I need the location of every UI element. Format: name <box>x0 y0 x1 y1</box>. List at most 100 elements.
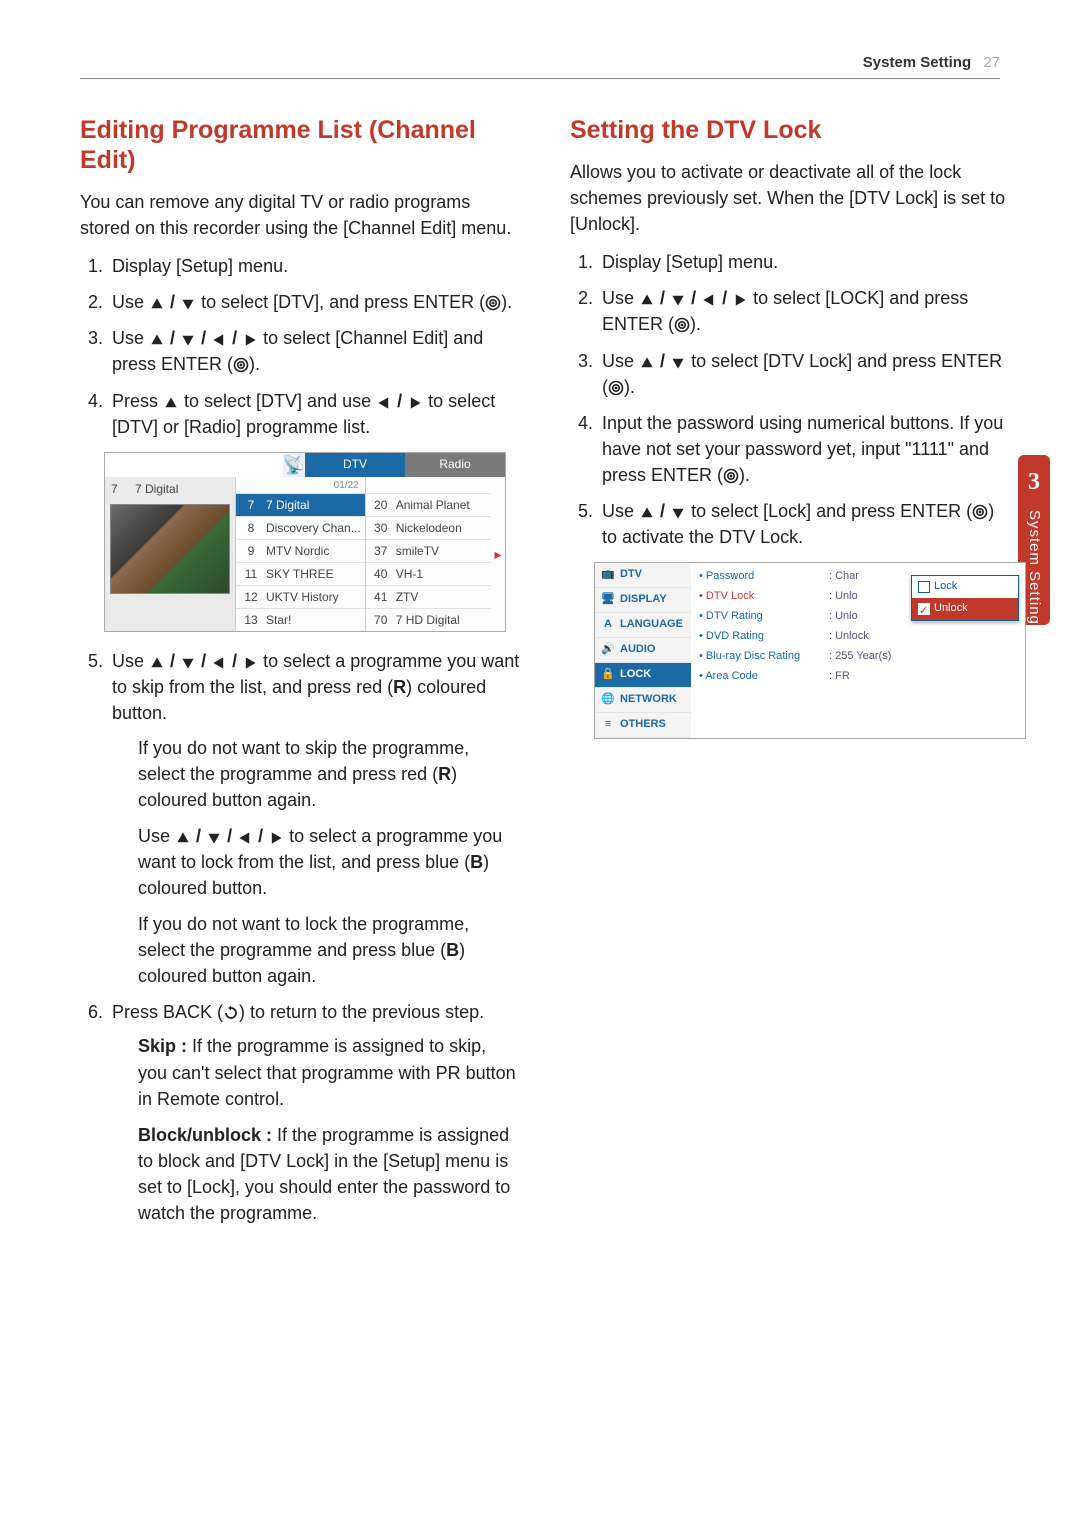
skip-label: Skip : <box>138 1036 187 1056</box>
channel-number: 40 <box>366 566 396 583</box>
channel-edit-screenshot: 📡 DTV Radio 77 Digital 01/22 77 Digital8… <box>104 452 506 633</box>
channel-number: 8 <box>236 520 266 537</box>
i-enter-icon <box>485 295 501 311</box>
menu-item-icon: 🔒 <box>600 668 616 682</box>
channel-number: 41 <box>366 589 396 606</box>
lock-option-row: DVD Rating: Unlock <box>699 627 1017 647</box>
preview-thumbnail <box>110 504 230 594</box>
i-up-icon <box>163 396 179 410</box>
channel-number: 12 <box>236 589 266 606</box>
popup-item: Lock <box>912 576 1018 598</box>
i-right-icon <box>407 396 423 410</box>
popup-item-label: Lock <box>934 579 957 595</box>
channel-name: Animal Planet <box>396 497 491 514</box>
menu-item-label: LANGUAGE <box>620 617 683 633</box>
option-label: DVD Rating <box>699 629 829 645</box>
i-left-icon <box>237 831 253 845</box>
step-5-note-1: If you do not want to skip the programme… <box>138 735 520 813</box>
steps-list: Display [Setup] menu.Use / / / to select… <box>570 249 1010 550</box>
i-down-icon <box>670 356 686 370</box>
step-item: Use / to select [DTV], and press ENTER (… <box>108 289 520 315</box>
i-up-icon <box>175 831 191 845</box>
channel-row: 20Animal Planet <box>366 493 491 516</box>
channel-name: 7 Digital <box>266 497 365 514</box>
i-left-icon <box>211 656 227 670</box>
menu-item-label: LOCK <box>620 667 651 683</box>
setup-menu-item: ≡OTHERS <box>595 713 691 738</box>
right-column: Setting the DTV Lock Allows you to activ… <box>570 115 1010 1238</box>
step-5-note-2: Use / / / to select a programme you want… <box>138 823 520 901</box>
steps-list-continued: Use / / / to select a programme you want… <box>80 648 520 1226</box>
menu-item-icon: ≡ <box>600 718 616 732</box>
intro-text: Allows you to activate or deactivate all… <box>570 159 1010 237</box>
channel-row: 30Nickelodeon <box>366 516 491 539</box>
channel-name: MTV Nordic <box>266 543 365 560</box>
i-up-icon <box>639 506 655 520</box>
current-channel-num: 7 <box>111 481 135 498</box>
setup-menu-item: 🖥DISPLAY <box>595 588 691 613</box>
channel-row: 13Star! <box>236 608 365 631</box>
section-title-channel-edit: Editing Programme List (Channel Edit) <box>80 115 520 175</box>
channel-number: 13 <box>236 612 266 629</box>
channel-row: 37smileTV <box>366 539 491 562</box>
antenna-icon: 📡 <box>283 453 305 477</box>
i-down-icon <box>670 506 686 520</box>
setup-menu-item: 🔒 LOCK <box>595 663 691 688</box>
step-item: Press to select [DTV] and use / to selec… <box>108 388 520 440</box>
option-value: : Unlo <box>829 609 858 625</box>
skip-note: Skip : If the programme is assigned to s… <box>138 1033 520 1111</box>
chapter-label: System Setting <box>1023 510 1045 625</box>
section-title-dtv-lock: Setting the DTV Lock <box>570 115 1010 145</box>
dtv-lock-screenshot: 📺DTV🖥DISPLAYALANGUAGE🔊AUDIO🔒LOCK🌐NETWORK… <box>594 562 1026 739</box>
option-label: Area Code <box>699 669 829 685</box>
radio-checked-icon: ✓ <box>918 603 930 615</box>
channel-row: 707 HD Digital <box>366 608 491 631</box>
menu-item-icon: 🌐 <box>600 693 616 707</box>
i-left-icon <box>211 333 227 347</box>
i-right-icon <box>268 831 284 845</box>
option-value: : Char <box>829 569 859 585</box>
option-value: : 255 Year(s) <box>829 649 891 665</box>
option-label: DTV Lock <box>699 589 829 605</box>
page-indicator: 01/22 <box>236 477 365 494</box>
channel-row: 77 Digital <box>236 493 365 516</box>
menu-item-label: NETWORK <box>620 692 677 708</box>
step-item: Use / to select [Lock] and press ENTER (… <box>598 498 1010 550</box>
channel-row: 11SKY THREE <box>236 562 365 585</box>
option-value: : Unlo <box>829 589 858 605</box>
menu-item-icon: 🖥 <box>600 593 616 607</box>
i-back-icon <box>223 1005 239 1021</box>
option-label: Blu-ray Disc Rating <box>699 649 829 665</box>
i-down-icon <box>206 831 222 845</box>
channel-name: ZTV <box>396 589 491 606</box>
chapter-number: 3 <box>1028 465 1040 500</box>
channel-number: 37 <box>366 543 396 560</box>
step-item: Use / to select [DTV Lock] and press ENT… <box>598 348 1010 400</box>
i-enter-icon <box>723 468 739 484</box>
menu-item-label: AUDIO <box>620 642 655 658</box>
channel-row: 8Discovery Chan... <box>236 516 365 539</box>
step-item: Input the password using numerical butto… <box>598 410 1010 488</box>
option-label: DTV Rating <box>699 609 829 625</box>
channel-name: Star! <box>266 612 365 629</box>
setup-menu-item: 🔊 AUDIO <box>595 638 691 663</box>
lock-option-row: Area Code: FR <box>699 667 1017 687</box>
channel-name: VH-1 <box>396 566 491 583</box>
menu-item-icon: 🔊 <box>600 643 616 657</box>
channel-number: 70 <box>366 612 396 629</box>
popup-item-label: Unlock <box>934 601 968 617</box>
channel-number: 20 <box>366 497 396 514</box>
lock-popup: Lock ✓ Unlock <box>911 575 1019 621</box>
popup-item: ✓ Unlock <box>912 598 1018 620</box>
setup-menu: 📺DTV🖥DISPLAYALANGUAGE🔊AUDIO🔒LOCK🌐NETWORK… <box>595 563 691 738</box>
i-right-icon <box>732 293 748 307</box>
channel-number: 7 <box>236 497 266 514</box>
radio-unchecked-icon <box>918 581 930 593</box>
i-up-icon <box>149 656 165 670</box>
step-5: Use / / / to select a programme you want… <box>108 648 520 989</box>
i-left-icon <box>701 293 717 307</box>
i-right-icon <box>242 656 258 670</box>
step-item: Display [Setup] menu. <box>598 249 1010 275</box>
channel-name: UKTV History <box>266 589 365 606</box>
block-label: Block/unblock : <box>138 1125 272 1145</box>
